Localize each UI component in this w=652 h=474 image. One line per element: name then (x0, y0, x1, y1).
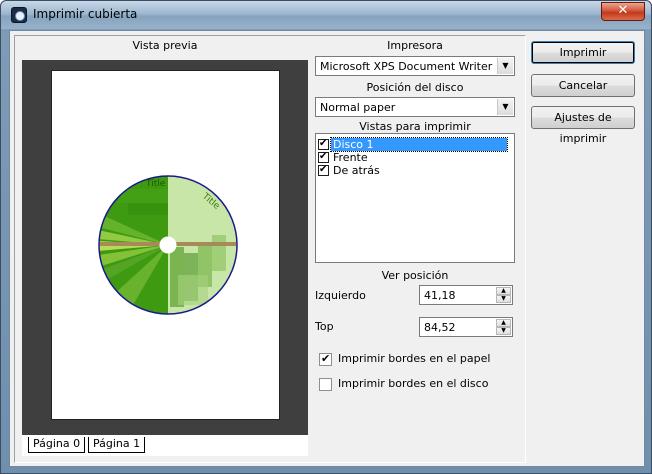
list-item-frente[interactable]: Frente (318, 150, 512, 164)
list-item-label: Disco 1 (330, 137, 508, 152)
checkbox-icon[interactable] (318, 137, 329, 150)
print-disc-borders-checkbox[interactable]: Imprimir bordes en el disco (319, 377, 488, 391)
list-item-label: Frente (333, 151, 368, 164)
paper-preview: Title Title (51, 70, 280, 420)
spin-up-icon[interactable]: ▲ (496, 319, 511, 327)
cancel-button[interactable]: Cancelar (531, 74, 635, 97)
top-value: 84,52 (424, 321, 456, 334)
close-button[interactable]: ✕ (601, 2, 645, 21)
left-label: Izquierdo (315, 289, 366, 302)
disc-position-label: Posición del disco (366, 81, 464, 94)
spin-down-icon[interactable]: ▼ (496, 295, 511, 303)
dialog-body: Vista previa Title Title Página 0 Página… (9, 30, 645, 467)
print-disc-borders-label: Imprimir bordes en el disco (338, 377, 489, 390)
preview-heading: Vista previa (132, 39, 198, 52)
print-paper-borders-label: Imprimir bordes en el papel (338, 352, 491, 365)
print-button[interactable]: Imprimir (531, 41, 635, 64)
print-paper-borders-checkbox[interactable]: Imprimir bordes en el papel (319, 352, 490, 366)
top-label: Top (315, 320, 334, 333)
disc-position-select[interactable]: Normal paper ▼ (315, 97, 515, 117)
printer-select[interactable]: Microsoft XPS Document Writer ▼ (315, 56, 515, 76)
left-value: 41,18 (424, 289, 456, 302)
views-label: Vistas para imprimir (359, 120, 471, 133)
tab-page-0[interactable]: Página 0 (28, 437, 86, 453)
tab-page-1[interactable]: Página 1 (88, 437, 146, 453)
chevron-down-icon[interactable]: ▼ (497, 58, 513, 74)
window-title: Imprimir cubierta (33, 7, 138, 21)
checkbox-icon[interactable] (319, 352, 332, 366)
views-list[interactable]: Disco 1 Frente De atrás (315, 133, 515, 263)
printer-label: Impresora (387, 39, 443, 52)
top-spinner[interactable]: 84,52 ▲ ▼ (419, 317, 513, 337)
list-item-disco-1[interactable]: Disco 1 (318, 137, 512, 152)
preview-area: Title Title (22, 60, 308, 434)
printer-select-value: Microsoft XPS Document Writer (320, 60, 493, 73)
chevron-down-icon[interactable]: ▼ (497, 99, 513, 115)
disc-preview[interactable]: Title Title (98, 175, 238, 315)
left-spinner[interactable]: 41,18 ▲ ▼ (419, 285, 513, 305)
disc-title-top: Title (145, 179, 166, 189)
list-item-label: De atrás (333, 164, 380, 177)
print-cover-dialog: Imprimir cubierta ✕ Vista previa Title T… (0, 0, 652, 474)
title-bar[interactable]: Imprimir cubierta ✕ (1, 1, 651, 29)
app-disc-icon (11, 7, 27, 23)
list-item-de-atras[interactable]: De atrás (318, 163, 512, 177)
position-label: Ver posición (381, 269, 449, 282)
disc-position-select-value: Normal paper (320, 101, 396, 114)
checkbox-icon[interactable] (319, 377, 332, 391)
page-tabs: Página 0 Página 1 (22, 434, 308, 456)
checkbox-icon[interactable] (318, 150, 329, 163)
spin-up-icon[interactable]: ▲ (496, 287, 511, 295)
checkbox-icon[interactable] (318, 163, 329, 176)
print-settings-button[interactable]: Ajustes de imprimir (531, 106, 635, 145)
spin-down-icon[interactable]: ▼ (496, 327, 511, 335)
